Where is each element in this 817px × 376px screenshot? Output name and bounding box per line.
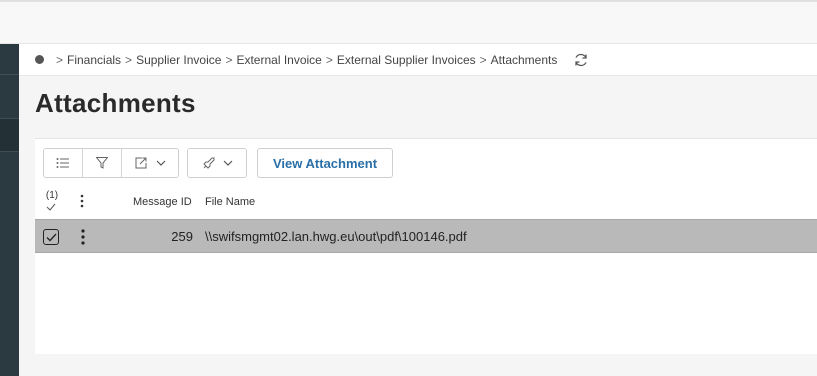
rocket-icon (202, 157, 214, 169)
table-row[interactable]: 259 \\swifsmgmt02.lan.hwg.eu\out\pdf\100… (35, 219, 817, 253)
actions-group (187, 148, 247, 178)
column-header-message-id[interactable]: Message ID (133, 196, 192, 208)
cell-message-id: 259 (171, 229, 193, 244)
select-all-check-icon[interactable] (46, 203, 56, 211)
refresh-icon[interactable] (573, 52, 589, 68)
chevron-down-icon (156, 160, 165, 166)
attachments-panel: View Attachment (1) Message ID File Name… (35, 138, 817, 354)
breadcrumb-item-external-supplier-invoices[interactable]: External Supplier Invoices (337, 53, 476, 67)
breadcrumb-separator: > (225, 52, 233, 67)
home-icon[interactable] (35, 55, 44, 64)
breadcrumb-item-external-invoice[interactable]: External Invoice (236, 53, 321, 67)
row-more-icon[interactable] (81, 229, 85, 245)
view-attachment-button[interactable]: View Attachment (257, 148, 394, 178)
breadcrumb-item-attachments: Attachments (490, 52, 558, 67)
column-chooser-button[interactable] (44, 149, 83, 177)
navigation-sidebar[interactable] (0, 44, 19, 376)
table-header: (1) Message ID File Name (35, 185, 817, 219)
top-header (0, 0, 817, 44)
selected-count: (1) (45, 190, 59, 201)
breadcrumb: > Financials > Supplier Invoice > Extern… (19, 44, 817, 76)
export-icon (135, 157, 146, 169)
breadcrumb-item-financials[interactable]: Financials (67, 53, 121, 67)
breadcrumb-separator: > (56, 52, 64, 67)
list-icon (56, 158, 69, 168)
export-dropdown-button[interactable] (122, 149, 178, 177)
toolbar: View Attachment (43, 148, 394, 178)
row-checkbox[interactable] (43, 229, 59, 245)
page-title: Attachments (35, 88, 196, 118)
breadcrumb-separator: > (325, 52, 333, 67)
actions-dropdown-button[interactable] (188, 149, 246, 177)
breadcrumb-separator: > (479, 52, 487, 67)
list-tools-group (43, 148, 179, 178)
breadcrumb-item-supplier-invoice[interactable]: Supplier Invoice (136, 53, 221, 67)
breadcrumb-separator: > (125, 52, 133, 67)
main-content: > Financials > Supplier Invoice > Extern… (19, 44, 817, 376)
filter-button[interactable] (83, 149, 122, 177)
column-header-file-name[interactable]: File Name (205, 196, 255, 208)
checkmark-icon (46, 233, 56, 241)
chevron-down-icon (223, 160, 232, 166)
cell-file-name: \\swifsmgmt02.lan.hwg.eu\out\pdf\100146.… (205, 229, 467, 244)
filter-icon (96, 157, 108, 169)
header-more-icon[interactable] (80, 194, 84, 208)
